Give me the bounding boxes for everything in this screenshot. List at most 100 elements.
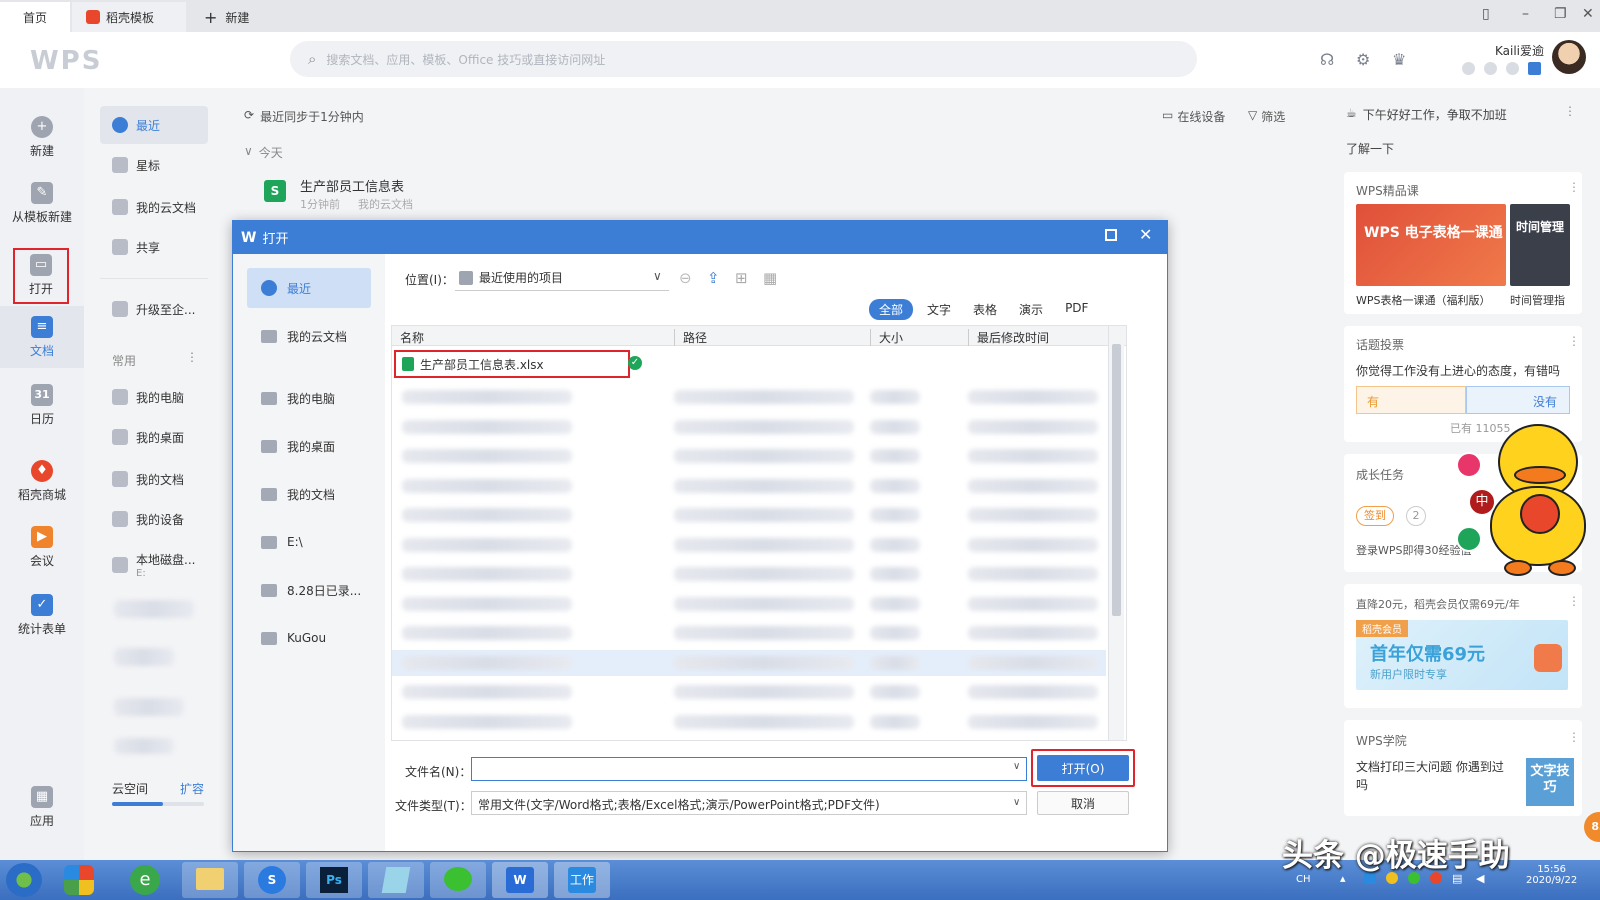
username[interactable]: Kaili爱逾	[1495, 42, 1544, 59]
vote-no-button[interactable]: 没有	[1466, 386, 1570, 414]
more-icon[interactable]: ⋮	[1568, 334, 1580, 348]
back-icon[interactable]: ⊖	[679, 269, 692, 287]
dlg-side-recent[interactable]: 最近	[247, 268, 371, 308]
blurred-file-row[interactable]	[392, 709, 1106, 735]
blurred-file-row[interactable]	[392, 591, 1106, 617]
cancel-button[interactable]: 取消	[1037, 791, 1129, 815]
nav-calendar[interactable]: 31 日历	[0, 384, 84, 427]
promo-banner[interactable]: 稻壳会员 首年仅需69元 新用户限时专享	[1356, 620, 1568, 690]
online-devices-button[interactable]: ▭ 在线设备	[1162, 108, 1225, 125]
moon-ball-icon[interactable]	[1456, 526, 1482, 552]
search-bar[interactable]: ⌕ 搜索文档、应用、模板、Office 技巧或直接访问网址	[290, 41, 1197, 77]
blurred-file-row[interactable]	[392, 649, 1106, 676]
filter-writer[interactable]: 文字	[919, 299, 959, 320]
dlg-side-pc[interactable]: 我的电脑	[247, 378, 371, 418]
filter-button[interactable]: ▽ 筛选	[1248, 108, 1285, 125]
dlg-side-cloud[interactable]: 我的云文档	[247, 316, 371, 356]
view-mode-icon[interactable]: ▦	[763, 269, 777, 287]
side-my-pc[interactable]: 我的电脑	[100, 378, 208, 416]
more-icon[interactable]: ⋮	[1568, 730, 1580, 744]
avatar[interactable]	[1552, 40, 1586, 74]
more-icon[interactable]: ⋮	[1568, 594, 1580, 608]
blurred-file-row[interactable]	[392, 620, 1106, 646]
nav-store[interactable]: ♦ 稻壳商城	[0, 460, 84, 503]
side-recent[interactable]: 最近	[100, 106, 208, 144]
restore-icon[interactable]: ❐	[1554, 6, 1567, 22]
nav-meeting[interactable]: ▶ 会议	[0, 526, 84, 569]
side-star[interactable]: 星标	[100, 146, 208, 184]
minimize-icon[interactable]: –	[1522, 6, 1529, 22]
nav-from-template[interactable]: ✎ 从模板新建	[0, 182, 84, 225]
browser-icon[interactable]: e	[130, 865, 160, 895]
side-cloud[interactable]: 我的云文档	[100, 188, 208, 226]
side-share[interactable]: 共享	[100, 228, 208, 266]
filetype-select[interactable]: 常用文件(文字/Word格式;表格/Excel格式;演示/PowerPoint格…	[471, 791, 1027, 815]
blurred-file-row[interactable]	[392, 384, 1106, 410]
ime-indicator[interactable]: CH	[1296, 874, 1311, 885]
nav-apps[interactable]: ▦ 应用	[0, 786, 84, 829]
filter-pdf[interactable]: PDF	[1057, 299, 1096, 320]
close-icon[interactable]: ✕	[1582, 6, 1594, 22]
open-button[interactable]: 打开(O)	[1037, 755, 1129, 781]
score-badge[interactable]: 85	[1584, 812, 1600, 842]
learn-link[interactable]: 了解一下	[1346, 140, 1394, 157]
filter-slides[interactable]: 演示	[1011, 299, 1051, 320]
dlg-side-kugou[interactable]: KuGou	[247, 618, 371, 658]
filename-input[interactable]	[471, 757, 1027, 781]
layout-icon[interactable]: ▯	[1482, 6, 1490, 22]
taskbar-wps[interactable]: W	[492, 862, 548, 898]
course-banner[interactable]: WPS 电子表格一课通	[1356, 204, 1506, 286]
gear-icon[interactable]: ⚙	[1356, 50, 1370, 69]
recent-file-name[interactable]: 生产部员工信息表	[300, 176, 404, 195]
blurred-file-row[interactable]	[392, 502, 1106, 528]
taskbar-notepad[interactable]	[368, 862, 424, 898]
vote-yes-button[interactable]: 有	[1356, 386, 1466, 414]
skin-icon[interactable]: ♛	[1392, 50, 1406, 69]
tab-home[interactable]: 首页	[0, 2, 70, 32]
col-size[interactable]: 大小	[870, 329, 903, 346]
more-icon[interactable]: ⋮	[1564, 104, 1576, 118]
side-local-disk[interactable]: 本地磁盘... E:	[100, 542, 208, 588]
promo-card[interactable]: 直降20元，稻壳会员仅需69元/年 ⋮ 稻壳会员 首年仅需69元 新用户限时专享	[1344, 584, 1582, 708]
tab-new[interactable]: + 新建	[200, 2, 249, 32]
taskbar-explorer[interactable]	[182, 862, 238, 898]
blurred-file-row[interactable]	[392, 443, 1106, 469]
tab-daoke-template[interactable]: 稻壳模板	[72, 2, 186, 32]
maximize-icon[interactable]	[1105, 229, 1117, 241]
nav-form[interactable]: ✓ 统计表单	[0, 594, 84, 637]
col-name[interactable]: 名称	[400, 329, 424, 346]
chevron-down-icon[interactable]: ∨	[1013, 797, 1020, 808]
new-folder-icon[interactable]: ⊞	[735, 269, 748, 287]
course-banner-2[interactable]: 时间管理	[1510, 204, 1570, 286]
blurred-file-row[interactable]	[392, 414, 1106, 440]
open-button-highlight[interactable]: 打开(O)	[1031, 749, 1135, 787]
more-icon[interactable]: ⋮	[1568, 180, 1580, 194]
chevron-down-icon[interactable]: ∨	[1013, 761, 1020, 772]
clock[interactable]: 15:56 2020/9/22	[1526, 864, 1577, 886]
file-row-highlighted[interactable]: 生产部员工信息表.xlsx	[394, 350, 630, 378]
expand-link[interactable]: 扩容	[180, 780, 204, 797]
filter-sheet[interactable]: 表格	[965, 299, 1005, 320]
filter-all[interactable]: 全部	[869, 299, 914, 320]
dlg-side-folder-828[interactable]: 8.28日已录...	[247, 570, 371, 610]
col-path[interactable]: 路径	[674, 329, 707, 346]
nav-docs[interactable]: ≡ 文档	[0, 306, 84, 368]
blurred-file-row[interactable]	[392, 532, 1106, 558]
app-store-icon[interactable]	[64, 865, 94, 895]
dlg-side-e-drive[interactable]: E:\	[247, 522, 371, 562]
ime-zh-icon[interactable]: 中	[1468, 488, 1496, 516]
course-card[interactable]: WPS精品课 ⋮ WPS 电子表格一课通 时间管理 WPS表格一课通（福利版） …	[1344, 172, 1582, 314]
nav-new[interactable]: + 新建	[0, 116, 84, 159]
scrollbar[interactable]	[1108, 326, 1124, 740]
side-my-desktop[interactable]: 我的桌面	[100, 418, 208, 456]
checkin-button[interactable]: 签到	[1356, 506, 1394, 526]
floating-ball-icon[interactable]	[1456, 452, 1482, 478]
nav-open[interactable]: ▭ 打开	[13, 248, 69, 304]
col-modified[interactable]: 最后修改时间	[968, 329, 1049, 346]
taskbar-work[interactable]: 工作	[554, 862, 610, 898]
location-select[interactable]: 最近使用的项目 ∨	[455, 265, 669, 291]
today-group[interactable]: ∨ 今天	[244, 144, 283, 161]
taskbar-photoshop[interactable]: Ps	[306, 862, 362, 898]
folder-up-icon[interactable]: ⇪	[707, 269, 720, 287]
taskbar-wechat[interactable]	[430, 862, 486, 898]
